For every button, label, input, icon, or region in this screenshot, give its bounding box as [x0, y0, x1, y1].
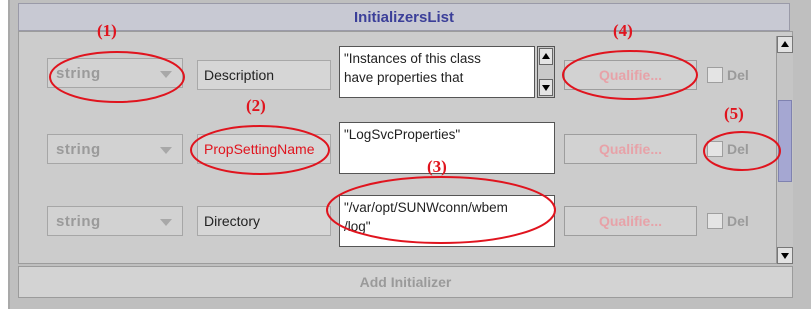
window-title: InitializersList — [353, 8, 455, 26]
window-title-bar: InitializersList — [18, 3, 790, 31]
arrow-up-icon — [542, 53, 550, 59]
type-dropdown[interactable]: string — [47, 134, 183, 164]
annotation-label-2: (2) — [246, 96, 266, 115]
qualifiers-label: Qualifie... — [598, 213, 662, 229]
del-label: Del — [727, 213, 749, 229]
property-name-field[interactable]: Directory — [197, 206, 331, 236]
value-scrollbar[interactable] — [537, 46, 555, 98]
del-checkbox[interactable] — [707, 67, 723, 83]
type-value: string — [56, 64, 101, 82]
annotation-label-4: (4) — [613, 21, 633, 40]
property-name: PropSettingName — [204, 141, 315, 157]
value-line: "Instances of this class — [344, 51, 481, 66]
value-line: "LogSvcProperties" — [344, 127, 461, 142]
arrow-down-icon — [542, 85, 550, 91]
property-name-field[interactable]: Description — [197, 60, 331, 90]
chevron-down-icon — [160, 147, 172, 154]
property-name-field[interactable]: PropSettingName — [197, 134, 331, 164]
arrow-up-icon — [781, 41, 789, 47]
type-dropdown[interactable]: string — [47, 206, 183, 236]
del-label: Del — [727, 141, 749, 157]
arrow-down-icon — [781, 253, 789, 259]
annotation-label-1: (1) — [97, 21, 117, 40]
value-textarea[interactable]: "LogSvcProperties" — [339, 122, 555, 174]
initializer-row: string Description "Instances of this cl… — [19, 40, 794, 100]
annotation-label-5: (5) — [724, 104, 744, 123]
type-value: string — [56, 212, 101, 230]
value-line: /log" — [344, 219, 371, 234]
del-label: Del — [727, 67, 749, 83]
scroll-down-button[interactable] — [539, 79, 553, 96]
scroll-down-button[interactable] — [777, 247, 793, 264]
add-initializer-button[interactable]: Add Initializer — [18, 266, 793, 298]
value-textarea[interactable]: "Instances of this class have properties… — [339, 46, 535, 98]
del-checkbox[interactable] — [707, 213, 723, 229]
qualifiers-button[interactable]: Qualifie... — [564, 134, 697, 164]
del-checkbox[interactable] — [707, 141, 723, 157]
qualifiers-label: Qualifie... — [598, 67, 662, 83]
list-scrollbar[interactable] — [776, 36, 793, 264]
property-name: Description — [204, 67, 275, 83]
value-textarea[interactable]: "/var/opt/SUNWconn/wbem /log" — [339, 195, 555, 247]
value-line: "/var/opt/SUNWconn/wbem — [344, 200, 508, 215]
qualifiers-button[interactable]: Qualifie... — [564, 206, 697, 236]
initializer-row: string Directory "/var/opt/SUNWconn/wbem… — [19, 184, 794, 247]
scrollbar-thumb[interactable] — [778, 100, 792, 182]
qualifiers-button[interactable]: Qualifie... — [564, 60, 697, 90]
scroll-up-button[interactable] — [777, 36, 793, 53]
initializers-panel: string Description "Instances of this cl… — [18, 31, 793, 264]
type-value: string — [56, 140, 101, 158]
type-dropdown[interactable]: string — [47, 58, 183, 88]
chevron-down-icon — [160, 71, 172, 78]
scroll-up-button[interactable] — [539, 48, 553, 65]
property-name: Directory — [204, 213, 261, 229]
annotation-label-3: (3) — [427, 157, 447, 176]
qualifiers-label: Qualifie... — [598, 141, 662, 157]
chevron-down-icon — [160, 219, 172, 226]
add-initializer-label: Add Initializer — [359, 274, 452, 290]
initializer-row: string PropSettingName "LogSvcProperties… — [19, 112, 794, 174]
value-line: have properties that — [344, 70, 464, 85]
